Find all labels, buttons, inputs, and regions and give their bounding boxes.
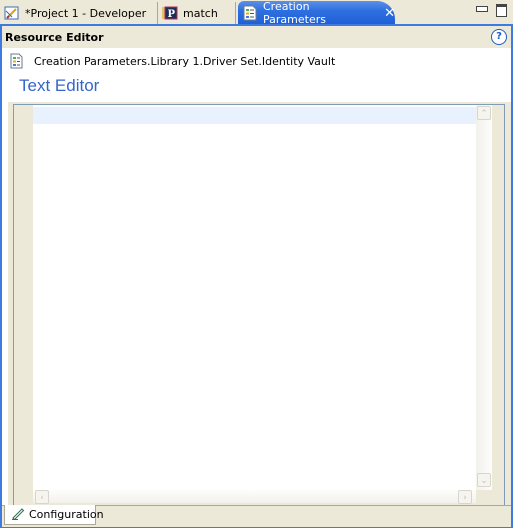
- text-editor-input[interactable]: [33, 105, 476, 490]
- close-tab-icon[interactable]: ✕: [384, 6, 395, 21]
- horizontal-scrollbar[interactable]: ‹ ›: [33, 490, 476, 504]
- help-icon[interactable]: ?: [491, 29, 507, 45]
- scroll-right-icon[interactable]: ›: [458, 490, 472, 504]
- tab-match[interactable]: P match: [158, 2, 236, 24]
- resource-doc-icon: [10, 53, 24, 69]
- tab-label: Configuration: [29, 508, 104, 521]
- maximize-icon[interactable]: [496, 4, 507, 17]
- tab-label: *Project 1 - Developer: [25, 6, 147, 20]
- section-title: Text Editor: [19, 76, 100, 95]
- resource-path: Creation Parameters.Library 1.Driver Set…: [34, 54, 336, 68]
- editor-frame: Resource Editor ? Creation Parameters.Li…: [0, 24, 513, 528]
- editor-vertical-ruler: [14, 105, 27, 503]
- scroll-left-icon[interactable]: ‹: [35, 490, 49, 504]
- pencil-icon: [11, 506, 25, 523]
- editor-right-margin: [492, 105, 504, 503]
- resource-doc-icon: [242, 5, 258, 21]
- editor-tab-strip: *Project 1 - Developer P match Creation …: [0, 0, 513, 26]
- text-editor: ⌃ ⌄ ‹ ›: [13, 104, 505, 506]
- scroll-down-icon[interactable]: ⌄: [477, 473, 491, 487]
- tab-project-developer[interactable]: *Project 1 - Developer: [0, 2, 158, 24]
- resource-editor-body: Creation Parameters.Library 1.Driver Set…: [2, 48, 511, 526]
- policy-p-icon: P: [162, 5, 178, 21]
- bottom-tab-bar: Configuration: [2, 505, 511, 527]
- vertical-scrollbar[interactable]: ⌃ ⌄: [476, 105, 492, 490]
- scroll-up-icon[interactable]: ⌃: [477, 106, 491, 120]
- resource-path-row: Creation Parameters.Library 1.Driver Set…: [10, 53, 335, 69]
- resource-editor-header: Resource Editor ?: [2, 26, 511, 48]
- tab-configuration[interactable]: Configuration: [4, 505, 104, 525]
- view-window-controls: [476, 4, 507, 17]
- resource-editor-title: Resource Editor: [5, 31, 104, 44]
- tab-label: match: [183, 6, 218, 20]
- minimize-icon[interactable]: [476, 5, 488, 12]
- text-editor-container: ⌃ ⌄ ‹ ›: [8, 102, 511, 507]
- tab-creation-parameters[interactable]: Creation Parameters ✕: [238, 0, 395, 26]
- svg-text:P: P: [168, 9, 176, 20]
- current-line-highlight: [33, 107, 476, 124]
- tab-label: Creation Parameters: [263, 0, 326, 26]
- project-edit-icon: [4, 5, 20, 21]
